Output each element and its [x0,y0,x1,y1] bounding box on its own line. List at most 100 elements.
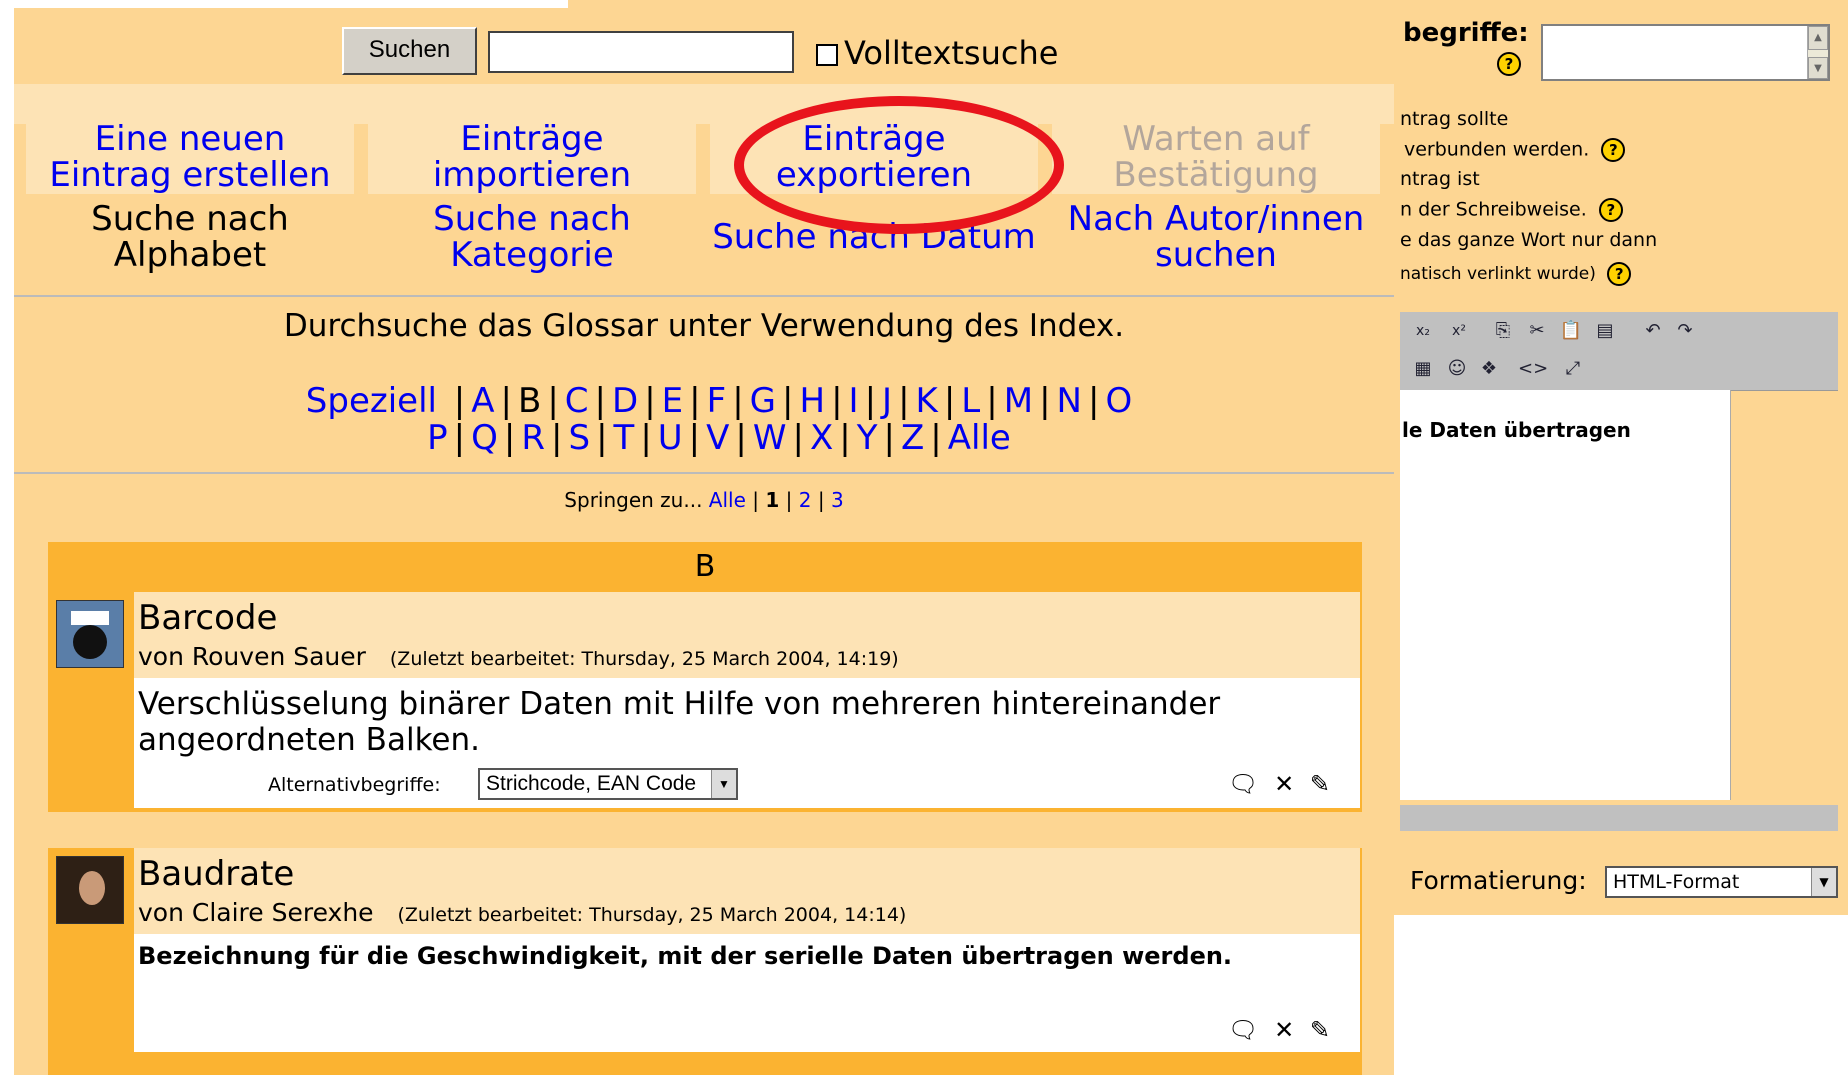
paste-icon[interactable]: 📋 [1558,318,1584,344]
letter-k[interactable]: K [916,381,938,421]
letter-s[interactable]: S [568,418,590,458]
help-icon[interactable]: ? [1607,262,1632,286]
letter-x[interactable]: X [810,418,833,458]
tab-new-entry-label: Eine neuen Eintrag erstellen [49,119,331,195]
fullscreen-icon[interactable]: ⤢ [1560,356,1586,382]
letter-b: B [518,381,542,421]
subscript-icon[interactable]: x₂ [1410,318,1436,344]
index-intro: Durchsuche das Glossar unter Verwendung … [283,308,1125,344]
alias-label: Alternativbegriffe: [268,774,441,796]
letter-g[interactable]: G [750,381,776,421]
tab-by-alphabet-label: Suche nach Alphabet [91,199,289,275]
letter-separator: | [898,381,910,421]
page-link[interactable]: 3 [831,488,844,512]
letter-v[interactable]: V [706,418,729,458]
special-char-icon[interactable]: ❖ [1476,356,1502,382]
letter-separator: | [688,418,701,458]
delete-icon[interactable]: ✕ [1274,1016,1294,1044]
redo-icon[interactable]: ↷ [1672,318,1698,344]
letter-separator: | [453,381,466,421]
tab-by-alphabet[interactable]: Suche nach Alphabet [26,200,354,274]
letter-n[interactable]: N [1057,381,1082,421]
alias-select[interactable]: Strichcode, EAN Code ▼ [478,768,738,800]
entry-avatar-column [48,848,132,1075]
smiley-icon[interactable]: ☺ [1444,356,1470,382]
chevron-down-icon[interactable]: ▼ [711,770,736,798]
search-button[interactable]: Suchen [342,27,477,75]
letter-f[interactable]: F [707,381,727,421]
html-source-icon[interactable]: <> [1518,356,1548,382]
entry-edited: (Zuletzt bearbeitet: Thursday, 25 March … [397,904,907,926]
letter-all[interactable]: Alle [948,418,1011,458]
help-icon[interactable]: ? [1598,198,1623,222]
tab-export[interactable]: Einträge exportieren [710,120,1038,194]
letter-p[interactable]: P [427,418,448,458]
tab-by-date-label: Suche nach Datum [712,217,1036,257]
table-icon[interactable]: ▦ [1410,356,1436,382]
superscript-icon[interactable]: x² [1446,318,1472,344]
letter-d[interactable]: D [612,381,638,421]
aliases-textarea[interactable]: ▲ ▼ [1541,24,1830,81]
tab-export-label: Einträge exportieren [775,119,973,195]
letter-j[interactable]: J [882,381,892,421]
avatar[interactable] [56,856,124,924]
letter-separator: | [930,418,942,458]
format-value: HTML-Format [1613,871,1740,893]
editor-content-area[interactable]: le Daten übertragen [1400,390,1731,800]
autolink-text-2-wrap: verbunden werden. ? [1404,138,1626,162]
letter-z[interactable]: Z [901,418,924,458]
letter-u[interactable]: U [658,418,683,458]
letter-i[interactable]: I [849,381,859,421]
jump-all-link[interactable]: Alle [709,488,746,512]
avatar-face [73,625,107,659]
format-select[interactable]: HTML-Format ▼ [1605,866,1838,898]
chevron-down-icon[interactable]: ▼ [1811,868,1836,896]
fulltext-checkbox[interactable] [816,44,838,66]
paste-word-icon[interactable]: ▤ [1592,318,1618,344]
letter-e[interactable]: E [662,381,683,421]
page-current: 1 [765,488,780,512]
scroll-up-icon[interactable]: ▲ [1808,26,1828,50]
edit-icon[interactable]: ✎ [1310,770,1330,798]
entry-author: von Rouven Sauer [138,642,366,671]
letter-m[interactable]: M [1004,381,1033,421]
tab-by-date[interactable]: Suche nach Datum [710,200,1038,274]
help-icon[interactable]: ? [1601,138,1626,162]
avatar[interactable] [56,600,124,668]
edit-icon[interactable]: ✎ [1310,1016,1330,1044]
letter-separator: | [596,418,608,458]
comment-icon[interactable]: 🗨 [1228,1016,1258,1044]
letter-special[interactable]: Speziell [306,381,437,421]
tab-by-category[interactable]: Suche nach Kategorie [368,200,696,274]
help-icon[interactable]: ? [1497,52,1521,76]
cut-icon[interactable]: ✂ [1524,318,1550,344]
letter-separator: | [735,418,747,458]
page-link[interactable]: 2 [799,488,812,512]
editor-scrollbar[interactable] [1400,805,1838,831]
entry-concept: Baudrate [138,854,295,894]
tab-new-entry[interactable]: Eine neuen Eintrag erstellen [26,120,354,194]
letter-y[interactable]: Y [857,418,878,458]
tab-by-author[interactable]: Nach Autor/innen suchen [1052,200,1380,274]
letter-a[interactable]: A [471,381,494,421]
letter-o[interactable]: O [1105,381,1132,421]
entry-body: Bezeichnung für die Geschwindigkeit, mit… [134,934,1360,1052]
delete-icon[interactable]: ✕ [1274,770,1294,798]
letter-l[interactable]: L [961,381,980,421]
copy-icon[interactable]: ⎘ [1490,318,1516,344]
tab-import[interactable]: Einträge importieren [368,120,696,194]
undo-icon[interactable]: ↶ [1640,318,1666,344]
letter-t[interactable]: T [614,418,635,458]
aliases-scrollbar[interactable]: ▲ ▼ [1807,26,1828,79]
autolink-text-1: ntrag sollte [1400,108,1509,130]
scroll-down-icon[interactable]: ▼ [1808,57,1828,79]
editor-toolbar: x₂ x² ⎘ ✂ 📋 ▤ ↶ ↷ ▦ ☺ ❖ <> ⤢ [1400,312,1838,391]
letter-h[interactable]: H [799,381,825,421]
alphabet-index: Speziell | A | B | C | D | E | F | G | H | I | J | K | L | M | N | O … [144,383,1294,457]
letter-r[interactable]: R [521,418,545,458]
letter-w[interactable]: W [753,418,787,458]
comment-icon[interactable]: 🗨 [1228,770,1258,798]
letter-q[interactable]: Q [471,418,498,458]
letter-c[interactable]: C [565,381,589,421]
search-input[interactable] [488,31,794,73]
